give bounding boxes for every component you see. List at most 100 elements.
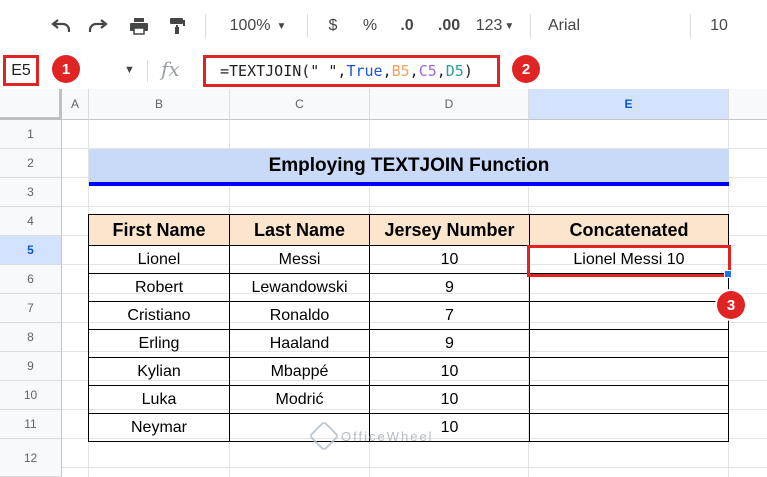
table-header-row: First Name Last Name Jersey Number Conca…: [88, 214, 729, 246]
row-header-1[interactable]: 1: [0, 120, 62, 149]
name-box[interactable]: E5: [3, 55, 39, 86]
cell-jersey-number[interactable]: 10: [369, 245, 530, 274]
row-header-11[interactable]: 11: [0, 410, 62, 439]
toolbar-divider: [690, 14, 691, 38]
cell-concatenated[interactable]: [529, 329, 729, 358]
percent-label: %: [362, 17, 378, 34]
table-row: Robert Lewandowski 9: [88, 273, 729, 302]
cell-concatenated[interactable]: [529, 413, 729, 442]
caret-down-icon: ▼: [276, 20, 287, 32]
more-formats-label: 123: [475, 17, 503, 34]
font-name: Arial: [548, 17, 581, 34]
cell-last-name[interactable]: Lewandowski: [229, 273, 370, 302]
cell-first-name[interactable]: Erling: [88, 329, 230, 358]
caret-down-icon: ▼: [504, 20, 515, 32]
row-header-4[interactable]: 4: [0, 207, 62, 236]
cell-concatenated[interactable]: [529, 273, 729, 302]
increase-decimal-button[interactable]: .00: [432, 13, 466, 39]
column-header-a[interactable]: A: [62, 89, 89, 120]
cell-first-name[interactable]: Cristiano: [88, 301, 230, 330]
callout-badge-1: 1: [52, 55, 80, 83]
cell-last-name[interactable]: Haaland: [229, 329, 370, 358]
formula-close: ): [463, 62, 473, 80]
header-last-name[interactable]: Last Name: [229, 214, 370, 246]
row-header-10[interactable]: 10: [0, 381, 62, 410]
column-header-e[interactable]: E: [529, 89, 729, 120]
row-header-2[interactable]: 2: [0, 149, 62, 178]
paint-format-icon[interactable]: [162, 13, 192, 39]
selected-cell-highlight: [527, 245, 731, 277]
redo-icon[interactable]: [83, 13, 113, 39]
row-header-3[interactable]: 3: [0, 178, 62, 207]
callout-badge-2: 2: [512, 55, 540, 83]
column-header-c[interactable]: C: [230, 89, 370, 120]
formula-ref-c5: C5: [418, 62, 437, 80]
decrease-decimal-button[interactable]: .0: [392, 13, 422, 39]
cell-last-name[interactable]: Mbappé: [229, 357, 370, 386]
formula-divider: [147, 60, 148, 82]
toolbar-divider: [205, 14, 206, 38]
cell-jersey-number[interactable]: 9: [369, 273, 530, 302]
fill-handle[interactable]: [724, 270, 732, 278]
formula-bar: E5 ▼ fx =TEXTJOIN(" ", True, B5, C5, D5): [0, 52, 767, 90]
select-all-corner[interactable]: [0, 89, 62, 120]
column-header-b[interactable]: B: [89, 89, 230, 120]
formula-ref-d5: D5: [445, 62, 464, 80]
watermark: OfficeWheel: [308, 420, 434, 452]
cell-first-name[interactable]: Neymar: [88, 413, 230, 442]
cell-jersey-number[interactable]: 10: [369, 385, 530, 414]
watermark-logo-icon: [308, 420, 340, 452]
header-first-name[interactable]: First Name: [88, 214, 230, 246]
cell-last-name[interactable]: Ronaldo: [229, 301, 370, 330]
header-concatenated[interactable]: Concatenated: [529, 214, 729, 246]
row-header-7[interactable]: 7: [0, 294, 62, 323]
cell-last-name[interactable]: Modrić: [229, 385, 370, 414]
column-header-f[interactable]: [729, 89, 767, 120]
header-jersey-number[interactable]: Jersey Number: [369, 214, 530, 246]
cell-concatenated[interactable]: [529, 357, 729, 386]
currency-label: $: [328, 17, 338, 34]
cell-jersey-number[interactable]: 10: [369, 357, 530, 386]
cell-concatenated[interactable]: [529, 301, 729, 330]
row-header-5[interactable]: 5: [0, 236, 62, 265]
zoom-value: 100%: [229, 17, 271, 34]
cell-jersey-number[interactable]: 7: [369, 301, 530, 330]
print-icon[interactable]: [124, 13, 154, 39]
cell-jersey-number[interactable]: 9: [369, 329, 530, 358]
cell-first-name[interactable]: Robert: [88, 273, 230, 302]
zoom-select[interactable]: 100% ▼: [218, 13, 298, 39]
more-formats-select[interactable]: 123 ▼: [472, 13, 518, 39]
toolbar: 100% ▼ $ % .0 .00 123 ▼ Arial 10: [0, 0, 767, 53]
row-header-8[interactable]: 8: [0, 323, 62, 352]
toolbar-divider: [530, 14, 531, 38]
title-underline: [89, 182, 729, 186]
toolbar-divider: [307, 14, 308, 38]
name-box-caret-icon[interactable]: ▼: [124, 64, 135, 76]
cell-first-name[interactable]: Kylian: [88, 357, 230, 386]
font-select[interactable]: Arial: [548, 13, 658, 39]
column-header-d[interactable]: D: [370, 89, 529, 120]
formula-input[interactable]: =TEXTJOIN(" ", True, B5, C5, D5): [203, 55, 500, 87]
table-row: Kylian Mbappé 10: [88, 357, 729, 386]
currency-button[interactable]: $: [320, 13, 346, 39]
table-row: Cristiano Ronaldo 7: [88, 301, 729, 330]
percent-button[interactable]: %: [357, 13, 383, 39]
table-row: Erling Haaland 9: [88, 329, 729, 358]
increase-decimal-label: .00: [437, 17, 461, 34]
row-header-6[interactable]: 6: [0, 265, 62, 294]
formula-comma: ,: [436, 62, 446, 80]
cell-last-name[interactable]: Messi: [229, 245, 370, 274]
font-size-value: 10: [710, 17, 728, 34]
row-header-9[interactable]: 9: [0, 352, 62, 381]
watermark-text: OfficeWheel: [341, 428, 434, 444]
formula-prefix: =TEXTJOIN(" ",: [220, 62, 347, 80]
formula-true: True: [346, 62, 383, 80]
cell-first-name[interactable]: Lionel: [88, 245, 230, 274]
table-row: Luka Modrić 10: [88, 385, 729, 414]
undo-icon[interactable]: [46, 13, 76, 39]
cell-first-name[interactable]: Luka: [88, 385, 230, 414]
font-size-field[interactable]: 10: [702, 13, 736, 39]
row-header-12[interactable]: 12: [0, 439, 62, 477]
cell-concatenated[interactable]: [529, 385, 729, 414]
callout-badge-3: 3: [717, 291, 745, 319]
